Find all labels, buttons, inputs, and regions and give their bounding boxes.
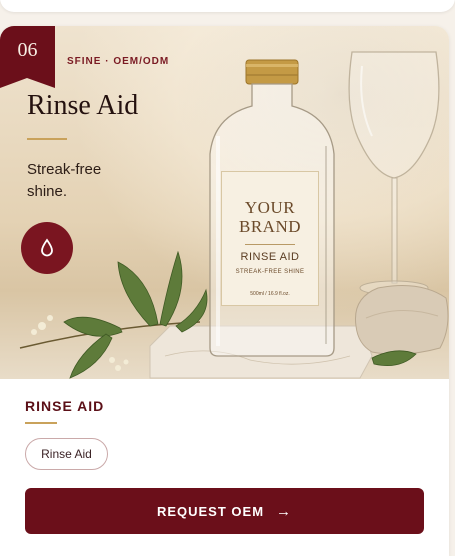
bottle-brand: YOUR BRAND [222,198,318,236]
arrow-right-icon: → [276,502,293,520]
bottle-label: YOUR BRAND RINSE AID STREAK-FREE SHINE 5… [221,171,319,306]
request-oem-label: REQUEST OEM [156,503,265,519]
section-divider [25,422,57,424]
section-title: RINSE AID [25,398,105,414]
bottle-product-name: RINSE AID [240,251,300,263]
request-oem-button[interactable]: REQUEST OEM → [25,488,424,534]
stone [354,285,449,355]
title-divider [27,138,67,140]
wine-glass [348,51,440,296]
previous-card-edge [0,0,455,12]
brand-tag: SFINE · OEM/ODM [67,56,170,67]
product-number: 06 [17,39,38,61]
bottle-volume: 500ml / 16.9 fl.oz. [250,291,290,297]
brand-line-2: BRAND [238,217,301,236]
label-divider [245,244,295,245]
product-hero-image: YOUR BRAND RINSE AID STREAK-FREE SHINE 5… [0,26,449,379]
brand-line-1: YOUR [244,198,296,217]
product-card: YOUR BRAND RINSE AID STREAK-FREE SHINE 5… [0,26,449,556]
category-chip[interactable]: Rinse Aid [25,438,108,470]
product-title: Rinse Aid [27,90,139,121]
bottle-tagline: STREAK-FREE SHINE [235,269,305,275]
product-subtitle: Streak-free shine. [27,161,102,200]
droplet-icon [41,238,53,257]
droplet-badge [21,222,73,274]
